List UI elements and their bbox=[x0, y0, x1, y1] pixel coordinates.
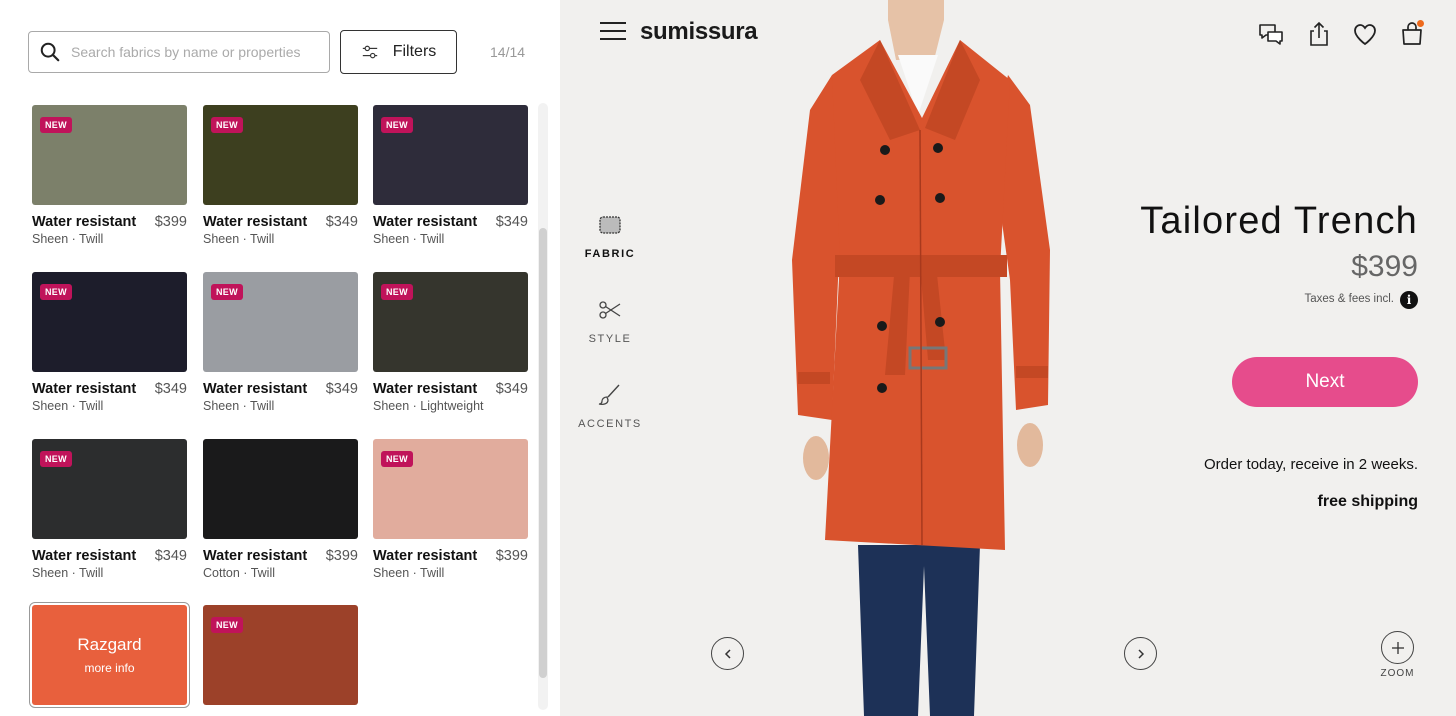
tab-style-label: STYLE bbox=[588, 333, 632, 345]
fabric-properties: Sheen · Twill bbox=[32, 566, 104, 580]
fabric-name: Water resistant bbox=[32, 381, 137, 397]
fabric-name: Water resistant bbox=[203, 548, 308, 564]
new-badge: NEW bbox=[211, 617, 243, 633]
fabric-swatch[interactable] bbox=[29, 602, 190, 708]
search-input[interactable] bbox=[71, 44, 321, 60]
fabric-card[interactable]: NEW Water resistant $399 Sheen · Twill bbox=[373, 439, 528, 580]
fabric-grid: NEW Water resistant $399 Sheen · Twill NEW Wa… bbox=[0, 100, 540, 716]
plus-icon bbox=[1391, 641, 1404, 654]
share-icon[interactable] bbox=[1305, 20, 1333, 48]
search-box[interactable] bbox=[28, 31, 330, 73]
prev-view-button[interactable] bbox=[711, 637, 744, 670]
fabric-name: Water resistant bbox=[32, 548, 137, 564]
info-icon[interactable]: i bbox=[1400, 291, 1418, 309]
new-badge: NEW bbox=[381, 451, 413, 467]
tab-accents-label: ACCENTS bbox=[578, 418, 642, 430]
fabric-properties: Sheen · Twill bbox=[203, 232, 275, 246]
filters-label: Filters bbox=[392, 43, 437, 60]
chevron-right-icon bbox=[1137, 648, 1144, 659]
fabric-card[interactable]: NEW Water resistant $399 Sheen · Twill bbox=[32, 105, 187, 246]
product-price: $399 bbox=[1351, 250, 1418, 283]
tab-fabric[interactable]: FABRIC bbox=[570, 212, 650, 262]
fabric-card[interactable]: NEW Water resistant $349 Sheen · Twill bbox=[32, 439, 187, 580]
fabric-name: Water resistant bbox=[373, 381, 478, 397]
fabric-price: $399 bbox=[495, 548, 528, 564]
scrollbar-thumb[interactable] bbox=[539, 228, 547, 678]
fabric-card[interactable]: Water resistant $399 Cotton · Twill bbox=[203, 439, 358, 580]
fabric-name: Water resistant bbox=[203, 214, 308, 230]
fabric-price: $399 bbox=[325, 548, 358, 564]
new-badge: NEW bbox=[40, 451, 72, 467]
chat-icon[interactable] bbox=[1257, 20, 1285, 48]
fabric-name: Water resistant bbox=[32, 214, 137, 230]
fabric-card[interactable]: NEW bbox=[203, 605, 358, 716]
tab-accents[interactable]: ACCENTS bbox=[570, 382, 650, 432]
fabric-properties: Sheen · Twill bbox=[32, 232, 104, 246]
fabric-card[interactable]: NEW Water resistant $349 Sheen · Twill bbox=[203, 105, 358, 246]
fabric-properties: Sheen · Lightweight bbox=[373, 399, 484, 413]
product-title: Tailored Trench bbox=[1140, 200, 1418, 242]
fabric-card[interactable]: NEW Water resistant $349 Sheen · Twill bbox=[32, 272, 187, 413]
heart-icon[interactable] bbox=[1351, 20, 1379, 48]
fabric-price: $349 bbox=[325, 214, 358, 230]
scissors-icon bbox=[599, 301, 621, 319]
fabric-price: $349 bbox=[154, 381, 187, 397]
chevron-left-icon bbox=[724, 648, 731, 659]
search-icon bbox=[40, 42, 60, 62]
shipping-note: free shipping bbox=[1317, 493, 1418, 510]
shopping-bag-icon[interactable] bbox=[1398, 20, 1426, 48]
next-button[interactable]: Next bbox=[1232, 357, 1418, 407]
fabric-properties: Sheen · Twill bbox=[203, 399, 275, 413]
fabric-price: $349 bbox=[154, 548, 187, 564]
brush-icon bbox=[598, 384, 620, 406]
tab-style[interactable]: STYLE bbox=[570, 297, 650, 347]
fabric-name: Water resistant bbox=[203, 381, 308, 397]
zoom-label: ZOOM bbox=[1380, 668, 1415, 679]
zoom-button[interactable] bbox=[1381, 631, 1414, 664]
new-badge: NEW bbox=[40, 117, 72, 133]
hamburger-icon[interactable] bbox=[600, 22, 626, 42]
sliders-icon bbox=[362, 45, 377, 59]
fabric-name: Water resistant bbox=[373, 548, 478, 564]
new-badge: NEW bbox=[211, 117, 243, 133]
trench-coat-preview bbox=[792, 0, 1050, 716]
fabric-price: $349 bbox=[495, 214, 528, 230]
taxes-note: Taxes & fees incl. bbox=[1304, 293, 1394, 305]
fabric-price: $349 bbox=[495, 381, 528, 397]
fabric-card[interactable]: Razgard more info bbox=[29, 602, 190, 716]
tab-fabric-label: FABRIC bbox=[584, 248, 636, 260]
more-info-link[interactable]: more info bbox=[32, 661, 187, 675]
delivery-note: Order today, receive in 2 weeks. bbox=[1204, 456, 1418, 473]
new-badge: NEW bbox=[40, 284, 72, 300]
fabric-price: $349 bbox=[325, 381, 358, 397]
product-preview: sumissura FABRIC STYLE ACCENTS Tailored … bbox=[560, 0, 1456, 716]
brand-logo[interactable]: sumissura bbox=[640, 18, 758, 46]
next-view-button[interactable] bbox=[1124, 637, 1157, 670]
fabric-properties: Sheen · Twill bbox=[32, 399, 104, 413]
fabric-price: $399 bbox=[154, 214, 187, 230]
new-badge: NEW bbox=[211, 284, 243, 300]
fabric-panel: Filters 14/14 NEW Water resistant $399 Shee… bbox=[0, 0, 560, 716]
filters-button[interactable]: Filters bbox=[340, 30, 457, 74]
fabric-card[interactable]: NEW Water resistant $349 Sheen · Twill bbox=[373, 105, 528, 246]
cart-notification-dot bbox=[1417, 20, 1424, 27]
fabric-card[interactable]: NEW Water resistant $349 Sheen · Lightweigh… bbox=[373, 272, 528, 413]
fabric-name: Water resistant bbox=[373, 214, 478, 230]
new-badge: NEW bbox=[381, 117, 413, 133]
coat-body bbox=[825, 40, 1010, 550]
fabric-properties: Sheen · Twill bbox=[373, 566, 445, 580]
result-count: 14/14 bbox=[490, 44, 526, 60]
fabric-swatch-icon bbox=[599, 216, 621, 234]
fabric-card[interactable]: NEW Water resistant $349 Sheen · Twill bbox=[203, 272, 358, 413]
fabric-swatch[interactable] bbox=[203, 439, 358, 539]
fabric-overlay-title: Razgard bbox=[77, 635, 142, 654]
fabric-properties: Cotton · Twill bbox=[203, 566, 276, 580]
fabric-properties: Sheen · Twill bbox=[373, 232, 445, 246]
new-badge: NEW bbox=[381, 284, 413, 300]
